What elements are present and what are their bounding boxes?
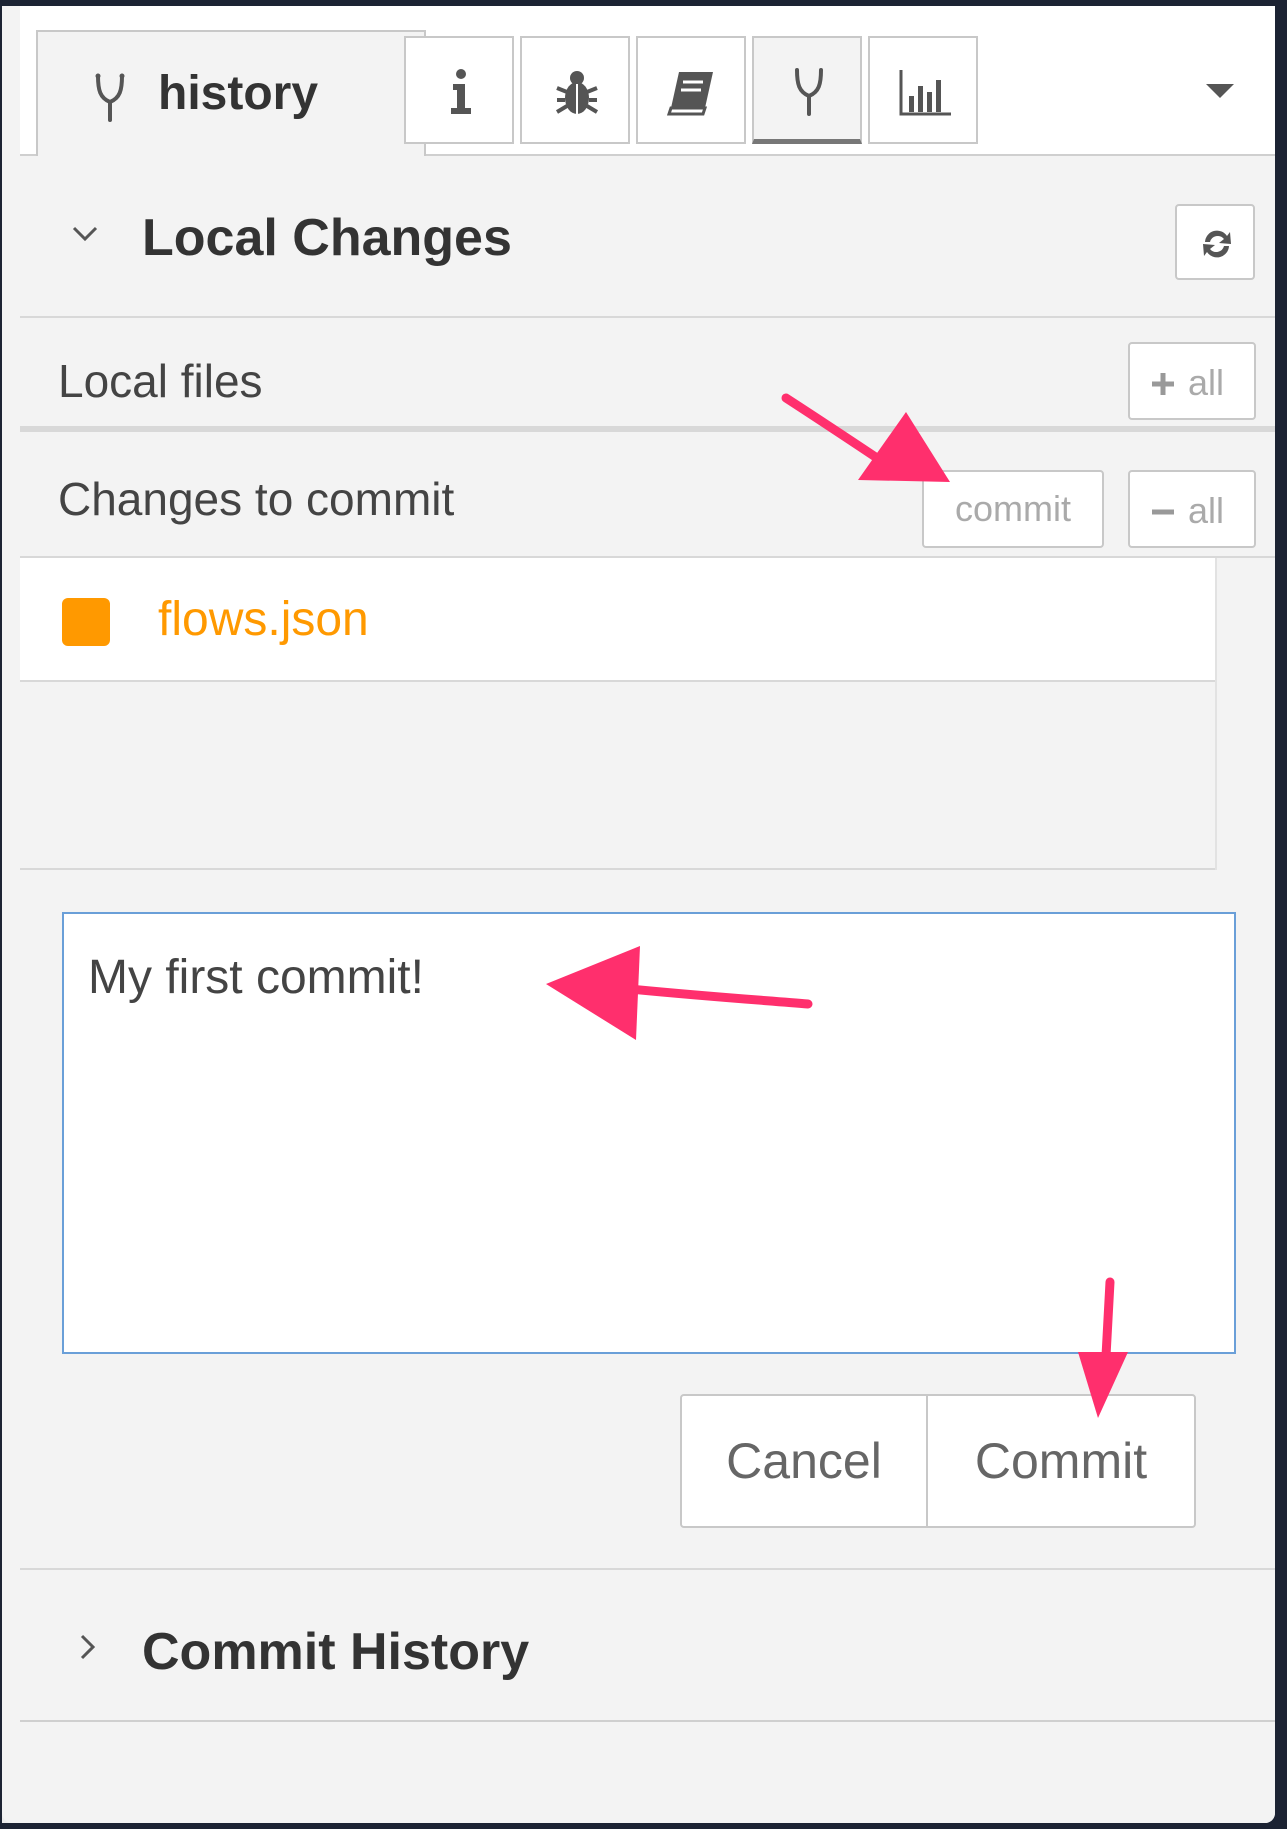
modified-status-icon	[62, 598, 110, 646]
branch-icon	[795, 68, 823, 116]
stage-all-label: all	[1188, 362, 1225, 403]
unstage-all-button[interactable]: all	[1128, 470, 1256, 548]
list-item[interactable]: flows.json	[20, 558, 1215, 682]
section-title-local-changes: Local Changes	[142, 209, 512, 267]
info-icon	[451, 69, 471, 114]
cancel-button[interactable]: Cancel	[682, 1396, 928, 1526]
commit-dialog-buttons: Cancel Commit	[680, 1394, 1196, 1528]
sidebar-tab-bar: history	[20, 6, 1275, 158]
sidebar-panel: history Local Changes Local files all Ch…	[2, 6, 1275, 1823]
book-icon	[666, 72, 713, 116]
commit-small-label: commit	[955, 488, 1071, 529]
chevron-down-icon	[72, 226, 98, 242]
plus-icon	[1152, 373, 1174, 395]
panel-footer	[20, 1722, 1275, 1823]
tab-history[interactable]: history	[36, 30, 426, 158]
chevron-right-icon	[80, 1634, 96, 1660]
refresh-button[interactable]	[1175, 204, 1255, 280]
dropdown-caret-icon	[1206, 84, 1234, 98]
tab-dashboard[interactable]	[868, 36, 978, 144]
local-files-label: Local files	[58, 355, 263, 407]
local-files-section: Local files all	[20, 318, 1275, 432]
tab-debug[interactable]	[520, 36, 630, 144]
unstage-all-label: all	[1188, 490, 1225, 531]
tab-info-library[interactable]	[636, 36, 746, 144]
tab-git[interactable]	[752, 36, 862, 144]
commit-history-header[interactable]: Commit History	[20, 1568, 1275, 1722]
branch-icon	[95, 73, 125, 122]
scrollbar[interactable]	[1215, 558, 1275, 870]
stage-all-button[interactable]: all	[1128, 342, 1256, 420]
refresh-icon	[1203, 230, 1231, 258]
commit-button[interactable]: Commit	[928, 1396, 1194, 1526]
minus-icon	[1152, 509, 1174, 515]
changes-to-commit-section: Changes to commit commit all	[20, 438, 1275, 558]
changes-to-commit-label: Changes to commit	[58, 473, 455, 525]
bar-chart-icon	[899, 70, 951, 116]
staged-file-list: flows.json	[20, 558, 1275, 870]
tab-info[interactable]	[404, 36, 514, 144]
bug-icon	[555, 71, 599, 114]
tab-history-label: history	[158, 67, 319, 120]
section-title-commit-history: Commit History	[142, 1623, 530, 1681]
file-name: flows.json	[158, 593, 369, 646]
commit-message-input[interactable]: My first commit!	[62, 912, 1236, 1354]
local-changes-header[interactable]: Local Changes	[20, 156, 1275, 318]
commit-button-small[interactable]: commit	[922, 470, 1104, 548]
tab-menu-dropdown[interactable]	[1200, 76, 1240, 106]
